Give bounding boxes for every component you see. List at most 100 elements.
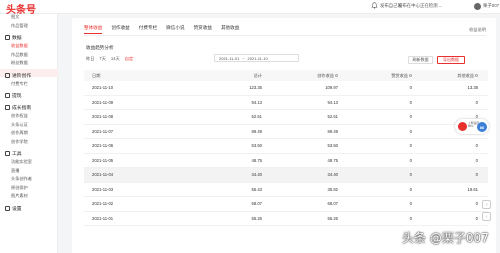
- header-reward-label: 赞赏收益: [391, 72, 408, 78]
- range-option[interactable]: 7天: [99, 56, 106, 62]
- sidebar-item[interactable]: 直播: [11, 168, 19, 174]
- cell-reward: 0: [409, 215, 412, 221]
- table-row[interactable]: 2021-11-09 94.13 94.13 0 0: [84, 96, 488, 110]
- avatar[interactable]: [474, 3, 481, 10]
- table-row[interactable]: 2021-11-06 53.50 53.50 0 0: [84, 139, 488, 154]
- sidebar-item[interactable]: 创作周期: [11, 130, 28, 136]
- cell-reward: 0: [409, 186, 412, 192]
- cell-reward: 0: [409, 172, 412, 178]
- tab-item[interactable]: 微信小说: [166, 25, 184, 34]
- sidebar-item[interactable]: 创作学院: [11, 139, 28, 145]
- cell-date: 2021-11-07: [92, 128, 114, 134]
- widget-badge: 86: [477, 122, 487, 132]
- cell-other: 0: [475, 143, 478, 149]
- group-icon: [5, 35, 10, 40]
- export-button[interactable]: 导出数据: [437, 56, 465, 64]
- cell-reward: 0: [409, 85, 412, 91]
- cell-creation: 55.26: [327, 215, 338, 221]
- table-row[interactable]: 2021-11-08 52.51 52.51 0 0: [84, 110, 488, 125]
- sidebar-item[interactable]: 创作权益: [11, 113, 28, 119]
- sidebar-group[interactable]: 数据: [5, 34, 22, 41]
- cell-creation: 94.13: [327, 99, 338, 105]
- cell-total: 52.51: [251, 114, 262, 120]
- table-row[interactable]: 2021-11-05 48.75 48.75 0 0: [84, 154, 488, 168]
- range-option[interactable]: 自定: [125, 56, 133, 62]
- header-total-label: 总计: [253, 72, 262, 78]
- header-reward: 赞赏收益: [338, 73, 412, 79]
- sidebar-item[interactable]: 原创保护: [11, 185, 28, 191]
- cell-creation: 34.40: [327, 172, 338, 178]
- cell-reward: 0: [409, 143, 412, 149]
- range-option[interactable]: 昨日: [86, 56, 94, 62]
- bell-icon[interactable]: [371, 2, 378, 9]
- group-icon: [5, 105, 10, 110]
- header-other: 其他收益: [412, 73, 478, 79]
- sidebar-group-label: 提现: [12, 94, 22, 99]
- cell-other: 19.61: [467, 186, 478, 192]
- date-separator: ~: [242, 55, 245, 61]
- sidebar-group[interactable]: 提现: [5, 92, 22, 99]
- sidebar-group-label: 设置: [12, 206, 22, 212]
- cell-other: 13.38: [467, 85, 478, 91]
- sidebar-item[interactable]: 收益数据: [11, 43, 28, 49]
- sidebar-group[interactable]: 设置: [5, 205, 22, 212]
- tab-item[interactable]: 整体收益: [84, 25, 103, 34]
- sidebar-item[interactable]: 头条创作者: [11, 176, 32, 182]
- cell-date: 2021-11-10: [92, 85, 114, 91]
- main-panel: 整体收益 创作收益 付费专栏 微信小说 赞赏收益 其他收益 收益说明 收益趋势分析 昨日 7…: [72, 18, 496, 253]
- sidebar-item[interactable]: 图片素材: [11, 193, 28, 199]
- header-date: 日期: [92, 72, 101, 78]
- tab-item[interactable]: 赞赏收益: [194, 25, 212, 34]
- tab-item[interactable]: 付费专栏: [139, 25, 157, 34]
- widget-percent: 86%: [468, 124, 474, 129]
- sidebar: 图文作品管理数据收益数据作品数据粉丝数据进阶创作付费专栏提现成长指南创作权益头条…: [0, 14, 58, 253]
- cell-other: 0: [475, 157, 478, 163]
- sidebar-item[interactable]: 作品数据: [11, 52, 28, 58]
- sidebar-group-label: 工具: [12, 152, 22, 157]
- back-to-top-icon[interactable]: ↑: [482, 212, 491, 221]
- income-help-link[interactable]: 收益说明: [469, 27, 486, 33]
- tab-divider: [84, 35, 486, 36]
- feedback-icon[interactable]: ?: [482, 200, 491, 209]
- cell-other: 0: [475, 99, 478, 105]
- cell-creation: 35.82: [327, 186, 338, 192]
- cell-other: 0: [475, 172, 478, 178]
- upload-status: 发布在中心正在检测 ...: [398, 3, 443, 8]
- sidebar-item[interactable]: 功能实验室: [11, 159, 32, 165]
- table-row[interactable]: 2021-11-01 55.26 55.26 0 0: [84, 212, 488, 226]
- tab-item[interactable]: 其他收益: [221, 25, 239, 34]
- range-filters: 昨日 7天 14天 自定: [86, 56, 133, 62]
- sidebar-group[interactable]: 工具: [5, 150, 22, 157]
- table-row[interactable]: 2021-11-0789.4989.4900: [84, 125, 488, 139]
- group-icon: [5, 72, 10, 78]
- table-row[interactable]: 2021-11-10 123.35 109.97 0 13.38: [84, 81, 488, 96]
- sidebar-group[interactable]: 成长指南: [5, 104, 31, 111]
- table-row[interactable]: 2021-11-02 68.07 68.07 0 0: [84, 197, 488, 212]
- speed-widget[interactable]: 上网速度 86% 86: [455, 119, 489, 134]
- help-icon[interactable]: [475, 73, 478, 77]
- sidebar-item[interactable]: 付费专栏: [11, 81, 28, 87]
- sidebar-item[interactable]: 作品管理: [11, 23, 28, 29]
- sidebar-group[interactable]: 进阶创作: [5, 72, 31, 79]
- header-total: 总计: [192, 73, 262, 79]
- sidebar-group-label: 成长指南: [12, 106, 32, 111]
- tab-item[interactable]: 创作收益: [111, 25, 129, 34]
- cell-date: 2021-11-06: [92, 143, 114, 149]
- sidebar-item[interactable]: 图文: [11, 14, 19, 20]
- cell-other: 0: [475, 215, 478, 221]
- cell-total: 34.40: [251, 172, 262, 178]
- cell-date: 2021-11-01: [92, 215, 114, 221]
- table-row[interactable]: 2021-11-03 55.43 35.82 0 19.61: [84, 183, 488, 197]
- refresh-button[interactable]: 刷新数据: [408, 56, 433, 64]
- cell-reward: 0: [409, 201, 412, 207]
- cell-total: 55.26: [251, 215, 262, 221]
- user-name[interactable]: 栗子007: [483, 3, 499, 9]
- table-row[interactable]: 2021-11-04 34.40 34.40 0 0: [84, 168, 488, 183]
- sidebar-item[interactable]: 粉丝数据: [11, 60, 28, 66]
- date-range-picker[interactable]: 2021-11-01 ~ 2021-11-10: [214, 54, 299, 62]
- cell-creation: 109.97: [325, 85, 338, 91]
- range-option[interactable]: 14天: [111, 56, 120, 62]
- cell-date: 2021-11-02: [92, 201, 114, 207]
- cell-reward: 0: [409, 128, 412, 134]
- sidebar-item[interactable]: 头条认证: [11, 122, 28, 128]
